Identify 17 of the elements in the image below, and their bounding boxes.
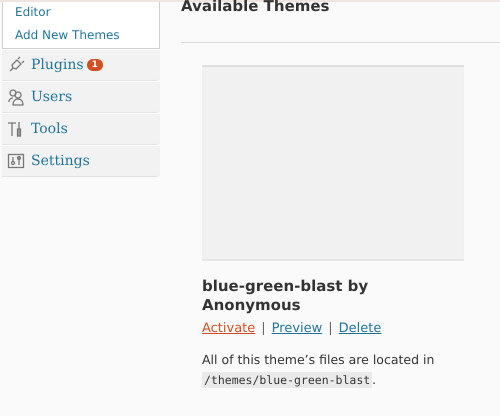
menu-item[interactable]: Settings bbox=[2, 145, 160, 177]
plug-icon bbox=[7, 56, 25, 74]
separator: | bbox=[261, 321, 266, 336]
settings-icon bbox=[7, 152, 25, 170]
menu-item[interactable]: Users bbox=[2, 81, 160, 113]
action-link[interactable]: Preview bbox=[272, 321, 322, 336]
location-text: All of this theme’s files are located in /themes/blue-green-blast . bbox=[202, 351, 436, 390]
menu-item[interactable]: Plugins 1 bbox=[2, 49, 160, 81]
submenu-link[interactable]: Editor bbox=[15, 4, 159, 21]
count-badge: 1 bbox=[86, 59, 103, 71]
menu-item[interactable]: Tools bbox=[2, 113, 160, 145]
separator: | bbox=[328, 321, 333, 336]
theme-title: blue-green-blast by Anonymous bbox=[202, 277, 370, 315]
submenu-link[interactable]: Add New Themes bbox=[15, 27, 159, 44]
action-link[interactable]: Delete bbox=[338, 321, 382, 336]
users-icon bbox=[7, 88, 25, 106]
action-link[interactable]: Activate bbox=[202, 321, 256, 336]
